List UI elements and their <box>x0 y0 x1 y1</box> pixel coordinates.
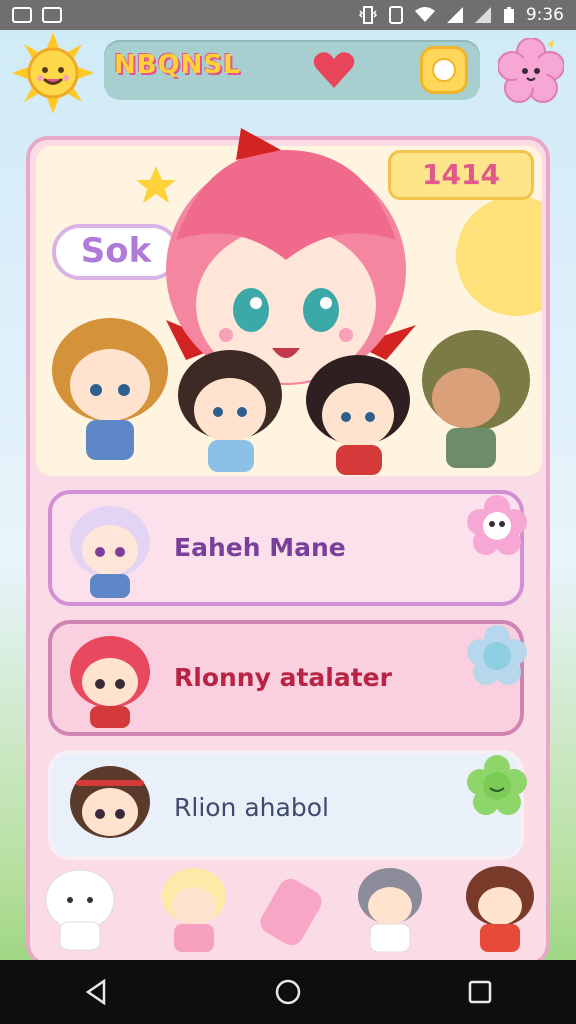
red-bow-character <box>466 866 534 952</box>
flower-icon[interactable] <box>498 38 564 104</box>
white-cat-character <box>45 869 115 951</box>
flower-face-icon[interactable] <box>466 494 528 556</box>
list-item[interactable]: Rlion ahabol <box>48 750 527 860</box>
avatar <box>70 636 150 728</box>
signal-icon-2 <box>474 7 491 23</box>
list-item[interactable]: Rlonny atalater <box>48 620 527 736</box>
recents-icon <box>468 980 492 1004</box>
signal-icon <box>446 7 463 23</box>
list-item[interactable]: Eaheh Mane <box>48 490 527 606</box>
home-icon <box>275 979 301 1005</box>
status-bar: 9:36 <box>0 0 576 30</box>
app-title: NBQNSL <box>114 50 241 80</box>
character-blond <box>52 318 168 460</box>
back-button[interactable] <box>66 967 126 1017</box>
character-red-headband <box>306 355 410 475</box>
heart-icon[interactable] <box>312 50 356 90</box>
status-time: 9:36 <box>525 5 564 25</box>
character-dark-hair <box>178 350 282 472</box>
bottom-characters-row <box>45 866 534 953</box>
wifi-icon <box>414 7 435 22</box>
recents-button[interactable] <box>450 967 510 1017</box>
system-nav-bar <box>0 960 576 1024</box>
avatar <box>70 766 150 838</box>
list-item-label: Eaheh Mane <box>174 533 346 562</box>
home-button[interactable] <box>258 967 318 1017</box>
circle-button[interactable] <box>420 46 468 94</box>
battery-icon <box>503 7 514 23</box>
blue-blob-icon[interactable] <box>466 624 528 686</box>
blond-character <box>162 868 226 952</box>
avatar <box>70 506 150 598</box>
notification-icon <box>12 7 32 23</box>
vibrate-icon <box>358 6 377 24</box>
pink-tag-icon <box>260 878 322 946</box>
sun-icon[interactable] <box>12 32 94 114</box>
grey-cat-character <box>358 868 422 953</box>
hero-characters-illustration <box>52 128 530 475</box>
back-icon <box>85 979 106 1005</box>
character-green-hair <box>422 330 530 468</box>
list-item-label: Rlonny atalater <box>174 663 392 692</box>
sim-icon <box>388 6 403 24</box>
top-bar: NBQNSL <box>104 40 480 100</box>
gallery-icon <box>42 7 62 23</box>
list-item-label: Rlion ahabol <box>174 793 329 822</box>
main-character <box>166 128 416 385</box>
green-cloud-icon[interactable] <box>466 754 528 816</box>
